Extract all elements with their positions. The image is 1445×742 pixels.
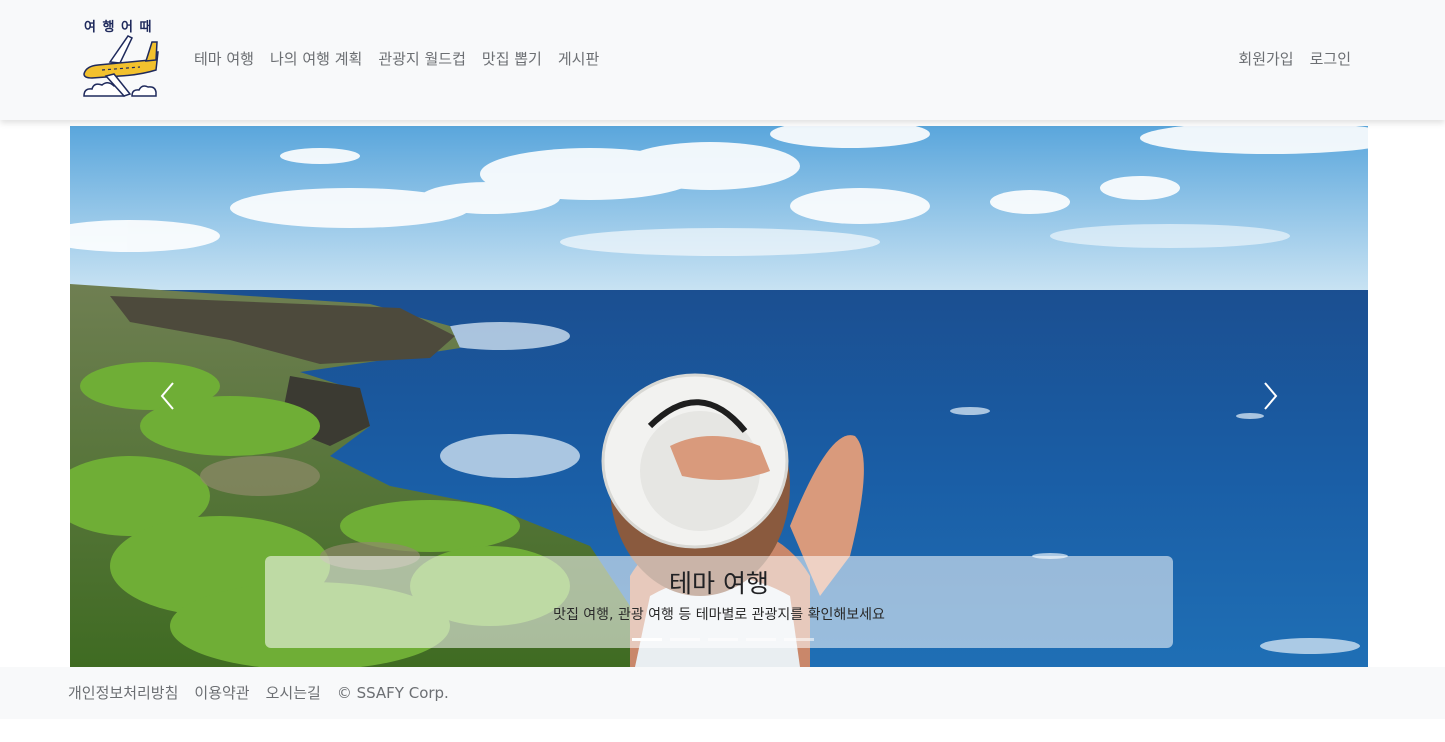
- user-nav: 회원가입 로그인: [1230, 46, 1359, 70]
- carousel-indicator[interactable]: [746, 638, 776, 641]
- carousel-indicator[interactable]: [632, 638, 662, 641]
- carousel-prev-button[interactable]: [148, 376, 188, 416]
- navbar: 여 행 어 때 테마 여행 나의 여행 계획 관광지 월드컵 맛집 뽑기 게시판…: [0, 0, 1445, 120]
- caption-title: 테마 여행: [669, 569, 769, 598]
- nav-board[interactable]: 게시판: [550, 48, 607, 69]
- carousel-caption: 테마 여행 맛집 여행, 관광 여행 등 테마별로 관광지를 확인해보세요: [265, 556, 1173, 648]
- footer-privacy-link[interactable]: 개인정보처리방침: [60, 682, 186, 703]
- nav-signup[interactable]: 회원가입: [1230, 48, 1301, 69]
- nav-login[interactable]: 로그인: [1302, 48, 1359, 69]
- carousel-indicator[interactable]: [784, 638, 814, 641]
- hero-carousel: 테마 여행 맛집 여행, 관광 여행 등 테마별로 관광지를 확인해보세요: [70, 126, 1368, 667]
- nav-restaurant-pick[interactable]: 맛집 뽑기: [474, 48, 550, 69]
- chevron-left-icon: [160, 382, 174, 410]
- carousel-next-button[interactable]: [1250, 376, 1290, 416]
- footer: 개인정보처리방침 이용약관 오시는길 © SSAFY Corp.: [0, 667, 1445, 719]
- footer-links: 개인정보처리방침 이용약관 오시는길 © SSAFY Corp.: [60, 682, 457, 703]
- footer-terms-link[interactable]: 이용약관: [186, 682, 257, 703]
- airplane-icon: [83, 35, 159, 97]
- carousel-indicator[interactable]: [670, 638, 700, 641]
- carousel-indicator[interactable]: [708, 638, 738, 641]
- caption-text: 맛집 여행, 관광 여행 등 테마별로 관광지를 확인해보세요: [553, 607, 885, 623]
- chevron-right-icon: [1264, 382, 1278, 410]
- nav-attraction-worldcup[interactable]: 관광지 월드컵: [370, 48, 474, 69]
- footer-directions-link[interactable]: 오시는길: [258, 682, 329, 703]
- main-nav: 테마 여행 나의 여행 계획 관광지 월드컵 맛집 뽑기 게시판: [186, 46, 607, 70]
- nav-my-travel-plan[interactable]: 나의 여행 계획: [262, 48, 370, 69]
- brand-logo[interactable]: 여 행 어 때: [80, 16, 160, 100]
- footer-copyright: © SSAFY Corp.: [336, 683, 449, 702]
- nav-theme-travel[interactable]: 테마 여행: [186, 48, 262, 69]
- carousel-indicators: [632, 638, 814, 641]
